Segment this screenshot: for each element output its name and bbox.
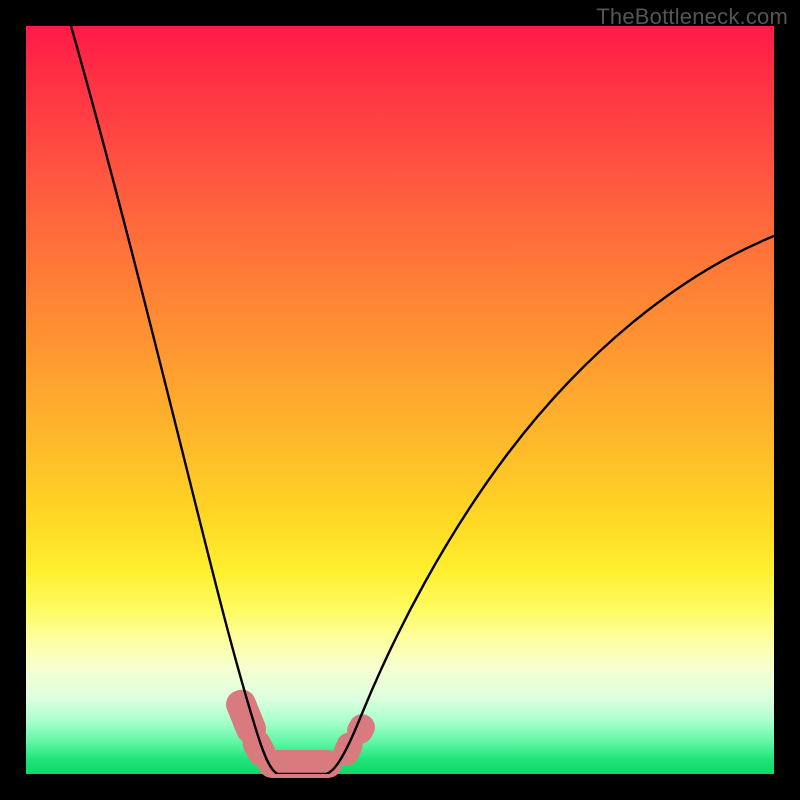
plot-area [26, 26, 774, 774]
chart-frame: TheBottleneck.com [0, 0, 800, 800]
bottleneck-curve [26, 26, 774, 774]
curve-path [71, 26, 774, 774]
watermark-text: TheBottleneck.com [596, 4, 788, 30]
